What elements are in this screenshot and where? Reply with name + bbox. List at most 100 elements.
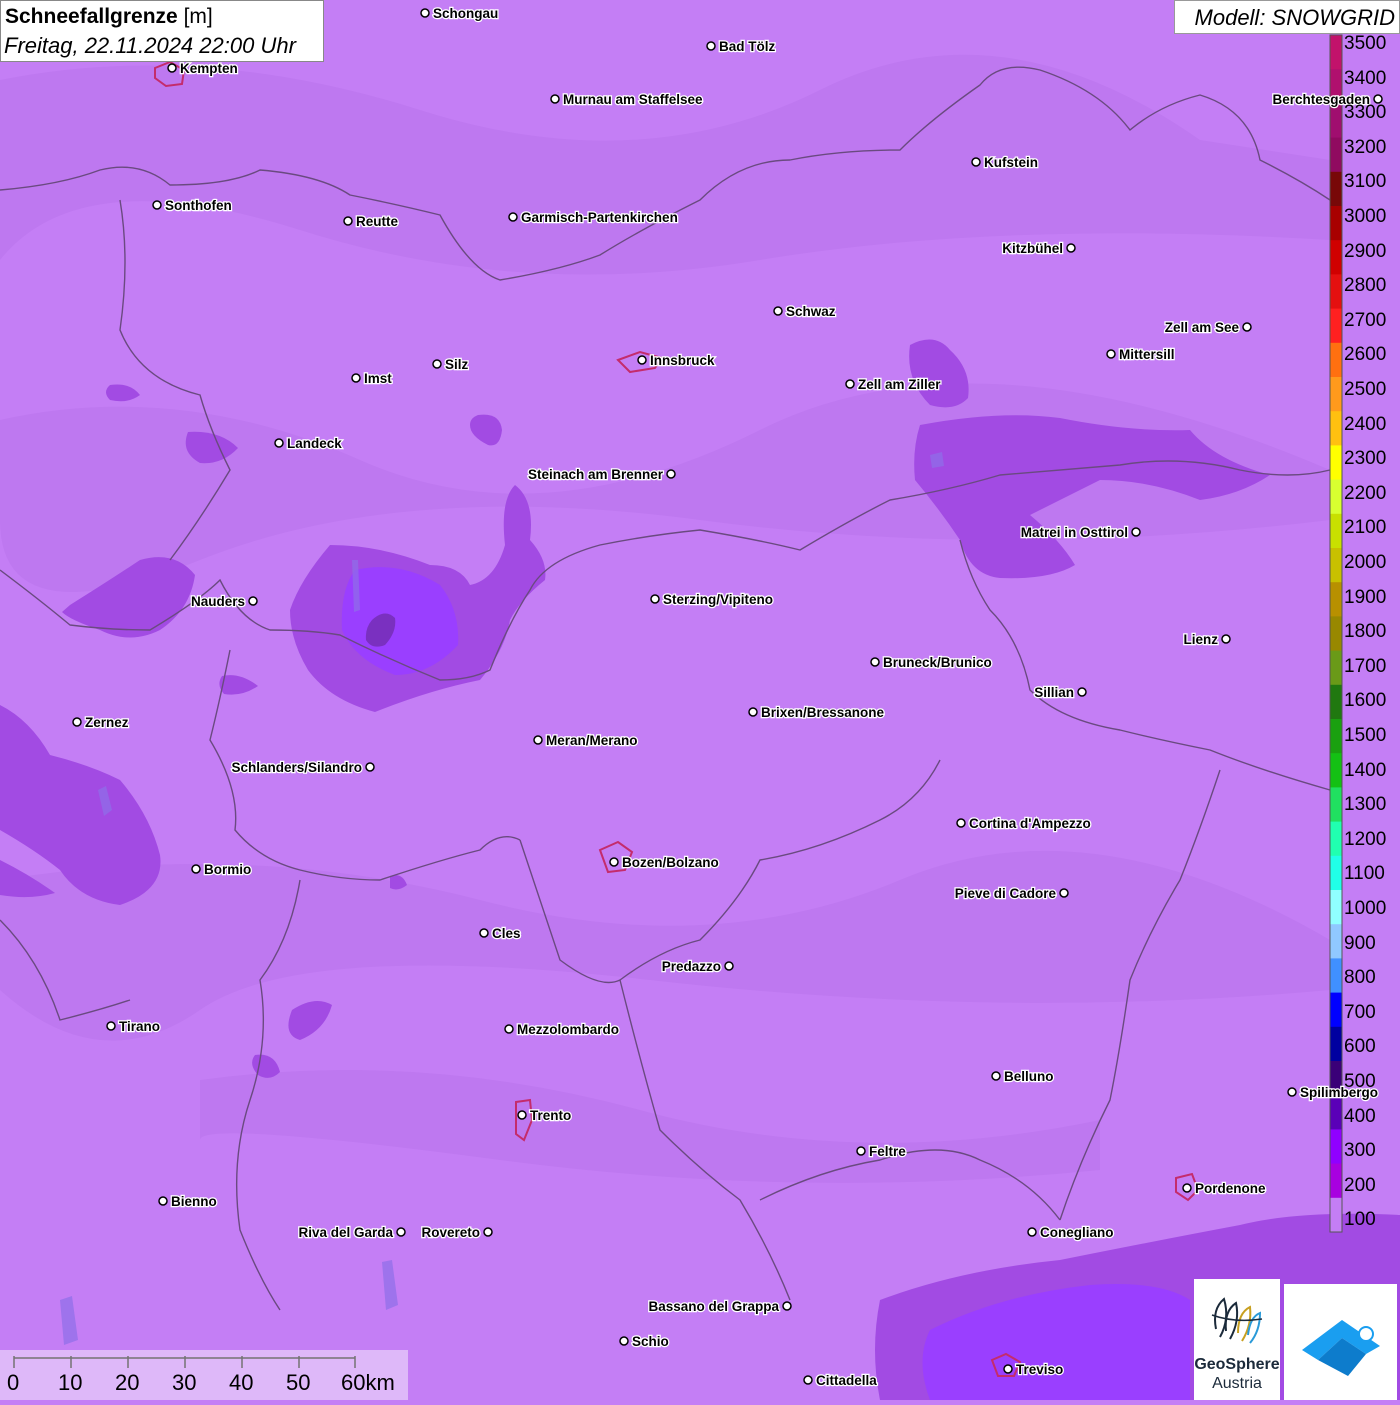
snowfall-limit-map[interactable]: Schongau Bad Tölz Kempten Murnau am Staffel…	[0, 0, 1400, 1400]
scale-label: 10	[58, 1370, 83, 1395]
city-marker[interactable]: Innsbruck	[637, 352, 716, 369]
city-dot	[550, 94, 560, 104]
model-label-box: Modell: SNOWGRID	[1174, 0, 1400, 34]
parameter-unit: [m]	[183, 5, 213, 28]
city-dot	[637, 355, 647, 365]
city-dot	[517, 1110, 527, 1120]
legend-color-swatch	[1330, 890, 1342, 925]
city-marker[interactable]: Murnau am Staffelsee	[550, 91, 704, 108]
city-marker[interactable]: Meran/Merano	[533, 732, 639, 749]
legend-color-swatch	[1330, 377, 1342, 412]
legend-color-swatch	[1330, 206, 1342, 241]
city-label: Riva del Garda	[298, 1225, 393, 1240]
legend-color-swatch	[1330, 411, 1342, 446]
city-marker[interactable]: Sterzing/Vipiteno	[650, 591, 774, 608]
city-label: Zernez	[85, 715, 129, 730]
city-label: Mezzolombardo	[517, 1022, 619, 1037]
legend-color-swatch	[1330, 650, 1342, 686]
city-marker[interactable]: Conegliano	[1027, 1224, 1115, 1241]
city-dot	[365, 762, 375, 772]
city-dot	[504, 1024, 514, 1034]
city-dot	[533, 735, 543, 745]
city-dot	[396, 1227, 406, 1237]
city-marker[interactable]: Cortina d'Ampezzo	[956, 815, 1092, 832]
city-dot	[706, 41, 716, 51]
legend-label: 1500	[1344, 725, 1387, 746]
city-marker[interactable]: Schongau	[420, 5, 500, 22]
legend-label: 800	[1344, 967, 1376, 988]
legend-label: 1700	[1344, 656, 1387, 677]
city-dot	[845, 379, 855, 389]
legend-color-swatch	[1330, 274, 1342, 310]
scale-label: 60km	[341, 1370, 395, 1395]
legend-color-swatch	[1330, 308, 1342, 344]
city-dot	[748, 707, 758, 717]
city-label: Mittersill	[1119, 347, 1175, 362]
city-label: Bormio	[204, 862, 251, 877]
city-marker[interactable]: Bassano del Grappa	[647, 1298, 792, 1315]
city-label: Silz	[445, 357, 469, 372]
city-label: Conegliano	[1040, 1225, 1114, 1240]
city-dot	[479, 928, 489, 938]
city-dot	[856, 1146, 866, 1156]
legend-label: 300	[1344, 1140, 1376, 1161]
city-label: Belluno	[1004, 1069, 1054, 1084]
city-label: Kufstein	[984, 155, 1038, 170]
city-dot	[1131, 527, 1141, 537]
app-logo[interactable]	[1284, 1284, 1397, 1400]
geosphere-emblem-icon	[1211, 1297, 1263, 1344]
legend-label: 3400	[1344, 68, 1387, 89]
city-marker[interactable]: Sonthofen	[152, 197, 233, 214]
city-marker[interactable]: Mezzolombardo	[504, 1021, 620, 1038]
legend-color-swatch	[1330, 1095, 1342, 1130]
city-marker[interactable]: Zell am Ziller	[845, 376, 943, 393]
city-dot	[870, 657, 880, 667]
legend-label: 3300	[1344, 102, 1387, 123]
city-dot	[1287, 1087, 1297, 1097]
city-dot	[619, 1336, 629, 1346]
legend-color-swatch	[1330, 719, 1342, 754]
city-dot	[1027, 1227, 1037, 1237]
city-marker[interactable]: Brixen/Bressanone	[748, 704, 886, 721]
city-marker[interactable]: Schlanders/Silandro	[230, 759, 375, 776]
city-marker[interactable]: Garmisch-Partenkirchen	[508, 209, 679, 226]
city-label: Reutte	[356, 214, 398, 229]
city-marker[interactable]: Bozen/Bolzano	[609, 854, 720, 871]
legend-label: 2900	[1344, 241, 1387, 262]
city-label: Predazzo	[662, 959, 721, 974]
city-marker[interactable]: Zell am See	[1163, 319, 1252, 336]
city-label: Tirano	[119, 1019, 160, 1034]
city-marker[interactable]: Riva del Garda	[297, 1224, 406, 1241]
legend-label: 3100	[1344, 171, 1387, 192]
weather-app-icon	[1302, 1320, 1380, 1376]
city-label: Garmisch-Partenkirchen	[521, 210, 678, 225]
city-dot	[803, 1375, 813, 1385]
city-dot	[351, 373, 361, 383]
legend-label: 100	[1344, 1209, 1376, 1230]
legend-color-swatch	[1330, 1026, 1342, 1062]
legend-color-swatch	[1330, 1163, 1342, 1199]
city-label: Cortina d'Ampezzo	[969, 816, 1091, 831]
city-marker[interactable]: Pieve di Cadore	[953, 885, 1069, 902]
legend-label: 2100	[1344, 517, 1387, 538]
city-label: Murnau am Staffelsee	[563, 92, 703, 107]
legend-color-swatch	[1330, 171, 1342, 207]
scale-label: 40	[229, 1370, 254, 1395]
city-dot	[1077, 687, 1087, 697]
legend-label: 900	[1344, 933, 1376, 954]
city-marker[interactable]: Steinach am Brenner	[527, 466, 676, 483]
city-label: Bienno	[171, 1194, 217, 1209]
city-dot	[1221, 634, 1231, 644]
city-dot	[666, 469, 676, 479]
city-marker[interactable]: Pordenone	[1182, 1180, 1267, 1197]
city-marker[interactable]: Matrei in Osttirol	[1019, 524, 1141, 541]
city-dot	[609, 857, 619, 867]
legend-color-swatch	[1330, 1197, 1342, 1233]
city-label: Matrei in Osttirol	[1021, 525, 1128, 540]
city-dot	[956, 818, 966, 828]
city-label: Imst	[364, 371, 392, 386]
city-marker[interactable]: Bruneck/Brunico	[870, 654, 993, 671]
city-label: Feltre	[869, 1144, 906, 1159]
legend-label: 200	[1344, 1175, 1376, 1196]
city-label: Sterzing/Vipiteno	[663, 592, 773, 607]
